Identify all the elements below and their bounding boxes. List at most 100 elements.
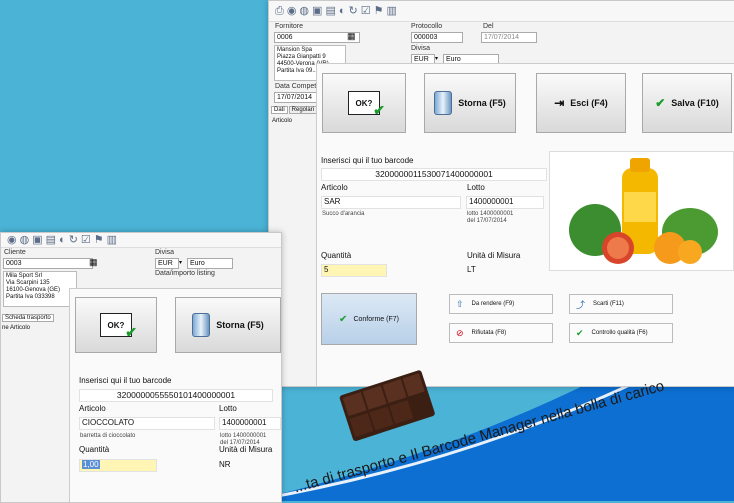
date-value: 17/07/2014 <box>484 34 520 41</box>
barcode-ok-icon: OK? <box>100 313 137 341</box>
salva-button[interactable]: ✔ Salva (F10) <box>642 73 732 133</box>
data-comp-field[interactable]: 17/07/2014 <box>274 92 322 103</box>
barcode-field[interactable]: 3200000055550101400000001 <box>79 389 273 402</box>
articolo-description: Succo d'arancia <box>322 211 365 217</box>
flag-icon[interactable]: ⚑ <box>94 234 104 246</box>
lotto-value: 1400000001 <box>222 418 267 427</box>
flag-icon[interactable]: ⚑ <box>374 5 384 17</box>
nav-icon[interactable]: ◉ <box>7 234 17 246</box>
ok-button[interactable]: OK? <box>322 73 406 133</box>
list-icon[interactable]: ▤ <box>325 5 335 17</box>
rifiutata-label: Rifiutata (F8) <box>471 330 507 336</box>
quantita-field[interactable]: 5 <box>321 264 387 277</box>
esci-button[interactable]: ⇥ Esci (F4) <box>536 73 626 133</box>
esci-label: Esci (F4) <box>570 98 608 108</box>
shape-icon[interactable]: ◍ <box>20 234 30 246</box>
product-image-juice <box>549 151 734 271</box>
da-rendere-label: Da rendere (F9) <box>471 301 515 307</box>
chart-icon[interactable]: ▥ <box>107 234 117 246</box>
user-icon[interactable]: ◐ <box>59 234 66 246</box>
articolo-field[interactable]: SAR <box>321 196 461 209</box>
controllo-qualita-label: Controllo qualità (F6) <box>591 330 648 336</box>
check-icon: ✔ <box>655 96 666 110</box>
controllo-qualita-button[interactable]: ✔ Controllo qualità (F6) <box>569 323 673 343</box>
list-icon[interactable]: ▤ <box>46 234 56 246</box>
orange-juice-image <box>569 158 718 264</box>
barcode-value: 3200000055550101400000001 <box>116 390 236 400</box>
rifiutata-button[interactable]: ⊘ Rifiutata (F8) <box>449 323 553 343</box>
tab-scheda-trasporto[interactable]: Scheda trasporto <box>2 314 54 322</box>
cliente-field[interactable]: 0003 <box>3 258 93 269</box>
chart-icon[interactable]: ▥ <box>386 5 396 17</box>
scarti-button[interactable]: ⤴ Scarti (F11) <box>569 294 673 314</box>
fornitore-code: 0006 <box>277 34 293 41</box>
refresh-icon[interactable]: ↻ <box>69 234 78 246</box>
quantita-value: 1,00 <box>82 460 100 469</box>
um-label: Unità di Misura <box>467 251 521 260</box>
lotto-value: 1400000001 <box>469 197 514 206</box>
protocollo-field[interactable]: 000003 <box>411 32 463 43</box>
salva-label: Salva (F10) <box>671 98 719 108</box>
trash-bin-icon <box>192 313 211 337</box>
toolbar: ◉ ◍ ▣ ▤ ◐ ↻ ☑ ⚑ ▥ <box>1 233 281 248</box>
exit-icon: ⇥ <box>554 96 565 110</box>
check-icon[interactable]: ☑ <box>81 234 91 246</box>
divisa-code-field[interactable]: EUR <box>155 258 179 269</box>
return-icon: ⇧ <box>456 298 464 309</box>
data-comp-value: 17/07/2014 <box>277 94 313 101</box>
lotto-label: Lotto <box>467 183 485 192</box>
divisa-name: Euro <box>190 260 205 267</box>
articolo-value: SAR <box>324 197 341 206</box>
conforme-label: Conforme (F7) <box>353 315 399 323</box>
chocolate-bar-image <box>339 370 435 441</box>
da-rendere-button[interactable]: ⇧ Da rendere (F9) <box>449 294 553 314</box>
cliente-code: 0003 <box>6 260 22 267</box>
ok-button[interactable]: OK? <box>75 297 157 353</box>
discard-icon: ⤴ <box>576 299 586 310</box>
trash-bin-icon <box>434 91 453 115</box>
user-icon[interactable]: ◐ <box>339 5 346 17</box>
lotto-field[interactable]: 1400000001 <box>466 196 544 209</box>
check-icon[interactable]: ☑ <box>361 5 371 17</box>
quantita-label: Quantità <box>321 251 352 260</box>
nav-icon[interactable]: ◉ <box>287 5 297 17</box>
refresh-icon[interactable]: ↻ <box>349 5 358 17</box>
divisa-label: Divisa <box>155 249 175 256</box>
protocollo-value: 000003 <box>414 34 438 41</box>
barcode-field[interactable]: 3200000011530071400000001 <box>321 168 547 181</box>
shape-icon[interactable]: ◍ <box>299 5 309 17</box>
storna-label: Storna (F5) <box>216 320 264 330</box>
conforme-button[interactable]: ✔ Conforme (F7) <box>321 293 417 345</box>
save-icon[interactable]: ▣ <box>312 5 322 17</box>
tab-regolari[interactable]: Regolari <box>288 106 318 114</box>
storna-button[interactable]: Storna (F5) <box>424 73 516 133</box>
date-field[interactable]: 17/07/2014 <box>481 32 537 43</box>
cliente-label: Cliente <box>4 249 26 256</box>
quantita-value: 5 <box>324 265 329 274</box>
lotto-field[interactable]: 1400000001 <box>219 417 281 430</box>
tab-dati[interactable]: Dati <box>271 106 288 114</box>
storna-button[interactable]: Storna (F5) <box>175 297 281 353</box>
divisa-code: EUR <box>158 260 173 267</box>
barcode-ok-icon: OK? <box>348 91 385 119</box>
divisa-name-field[interactable]: Euro <box>187 258 233 269</box>
lotto-description: lotto 1400000001 del 17/07/2014 <box>467 211 514 224</box>
quantita-field[interactable]: 1,00 <box>79 459 157 472</box>
articolo-field[interactable]: CIOCCOLATO <box>79 417 215 430</box>
calendar-icon[interactable]: ▦ <box>89 257 98 268</box>
articolo-label: Articolo <box>79 404 106 413</box>
customer-address: Mila Sport Srl Via Scarpini 135 16100-Ge… <box>3 271 77 307</box>
del-label: Del <box>483 23 494 30</box>
barcode-value: 3200000011530071400000001 <box>375 169 493 179</box>
data-comp-label: Data Competa <box>275 83 321 90</box>
um-value: LT <box>467 265 476 274</box>
toolbar: ⎙ ◉ ◍ ▣ ▤ ◐ ↻ ☑ ⚑ ▥ <box>269 1 734 22</box>
barcode-title: Inserisci qui il tuo barcode <box>79 376 172 385</box>
tab-bar: Dati Regolari <box>271 106 318 114</box>
quantita-label: Quantità <box>79 445 110 454</box>
print-icon[interactable]: ⎙ <box>275 5 284 17</box>
chevron-down-icon[interactable]: ▾ <box>435 55 438 62</box>
save-icon[interactable]: ▣ <box>32 234 42 246</box>
chevron-down-icon[interactable]: ▾ <box>179 259 182 266</box>
calendar-icon[interactable]: ▦ <box>347 31 356 42</box>
